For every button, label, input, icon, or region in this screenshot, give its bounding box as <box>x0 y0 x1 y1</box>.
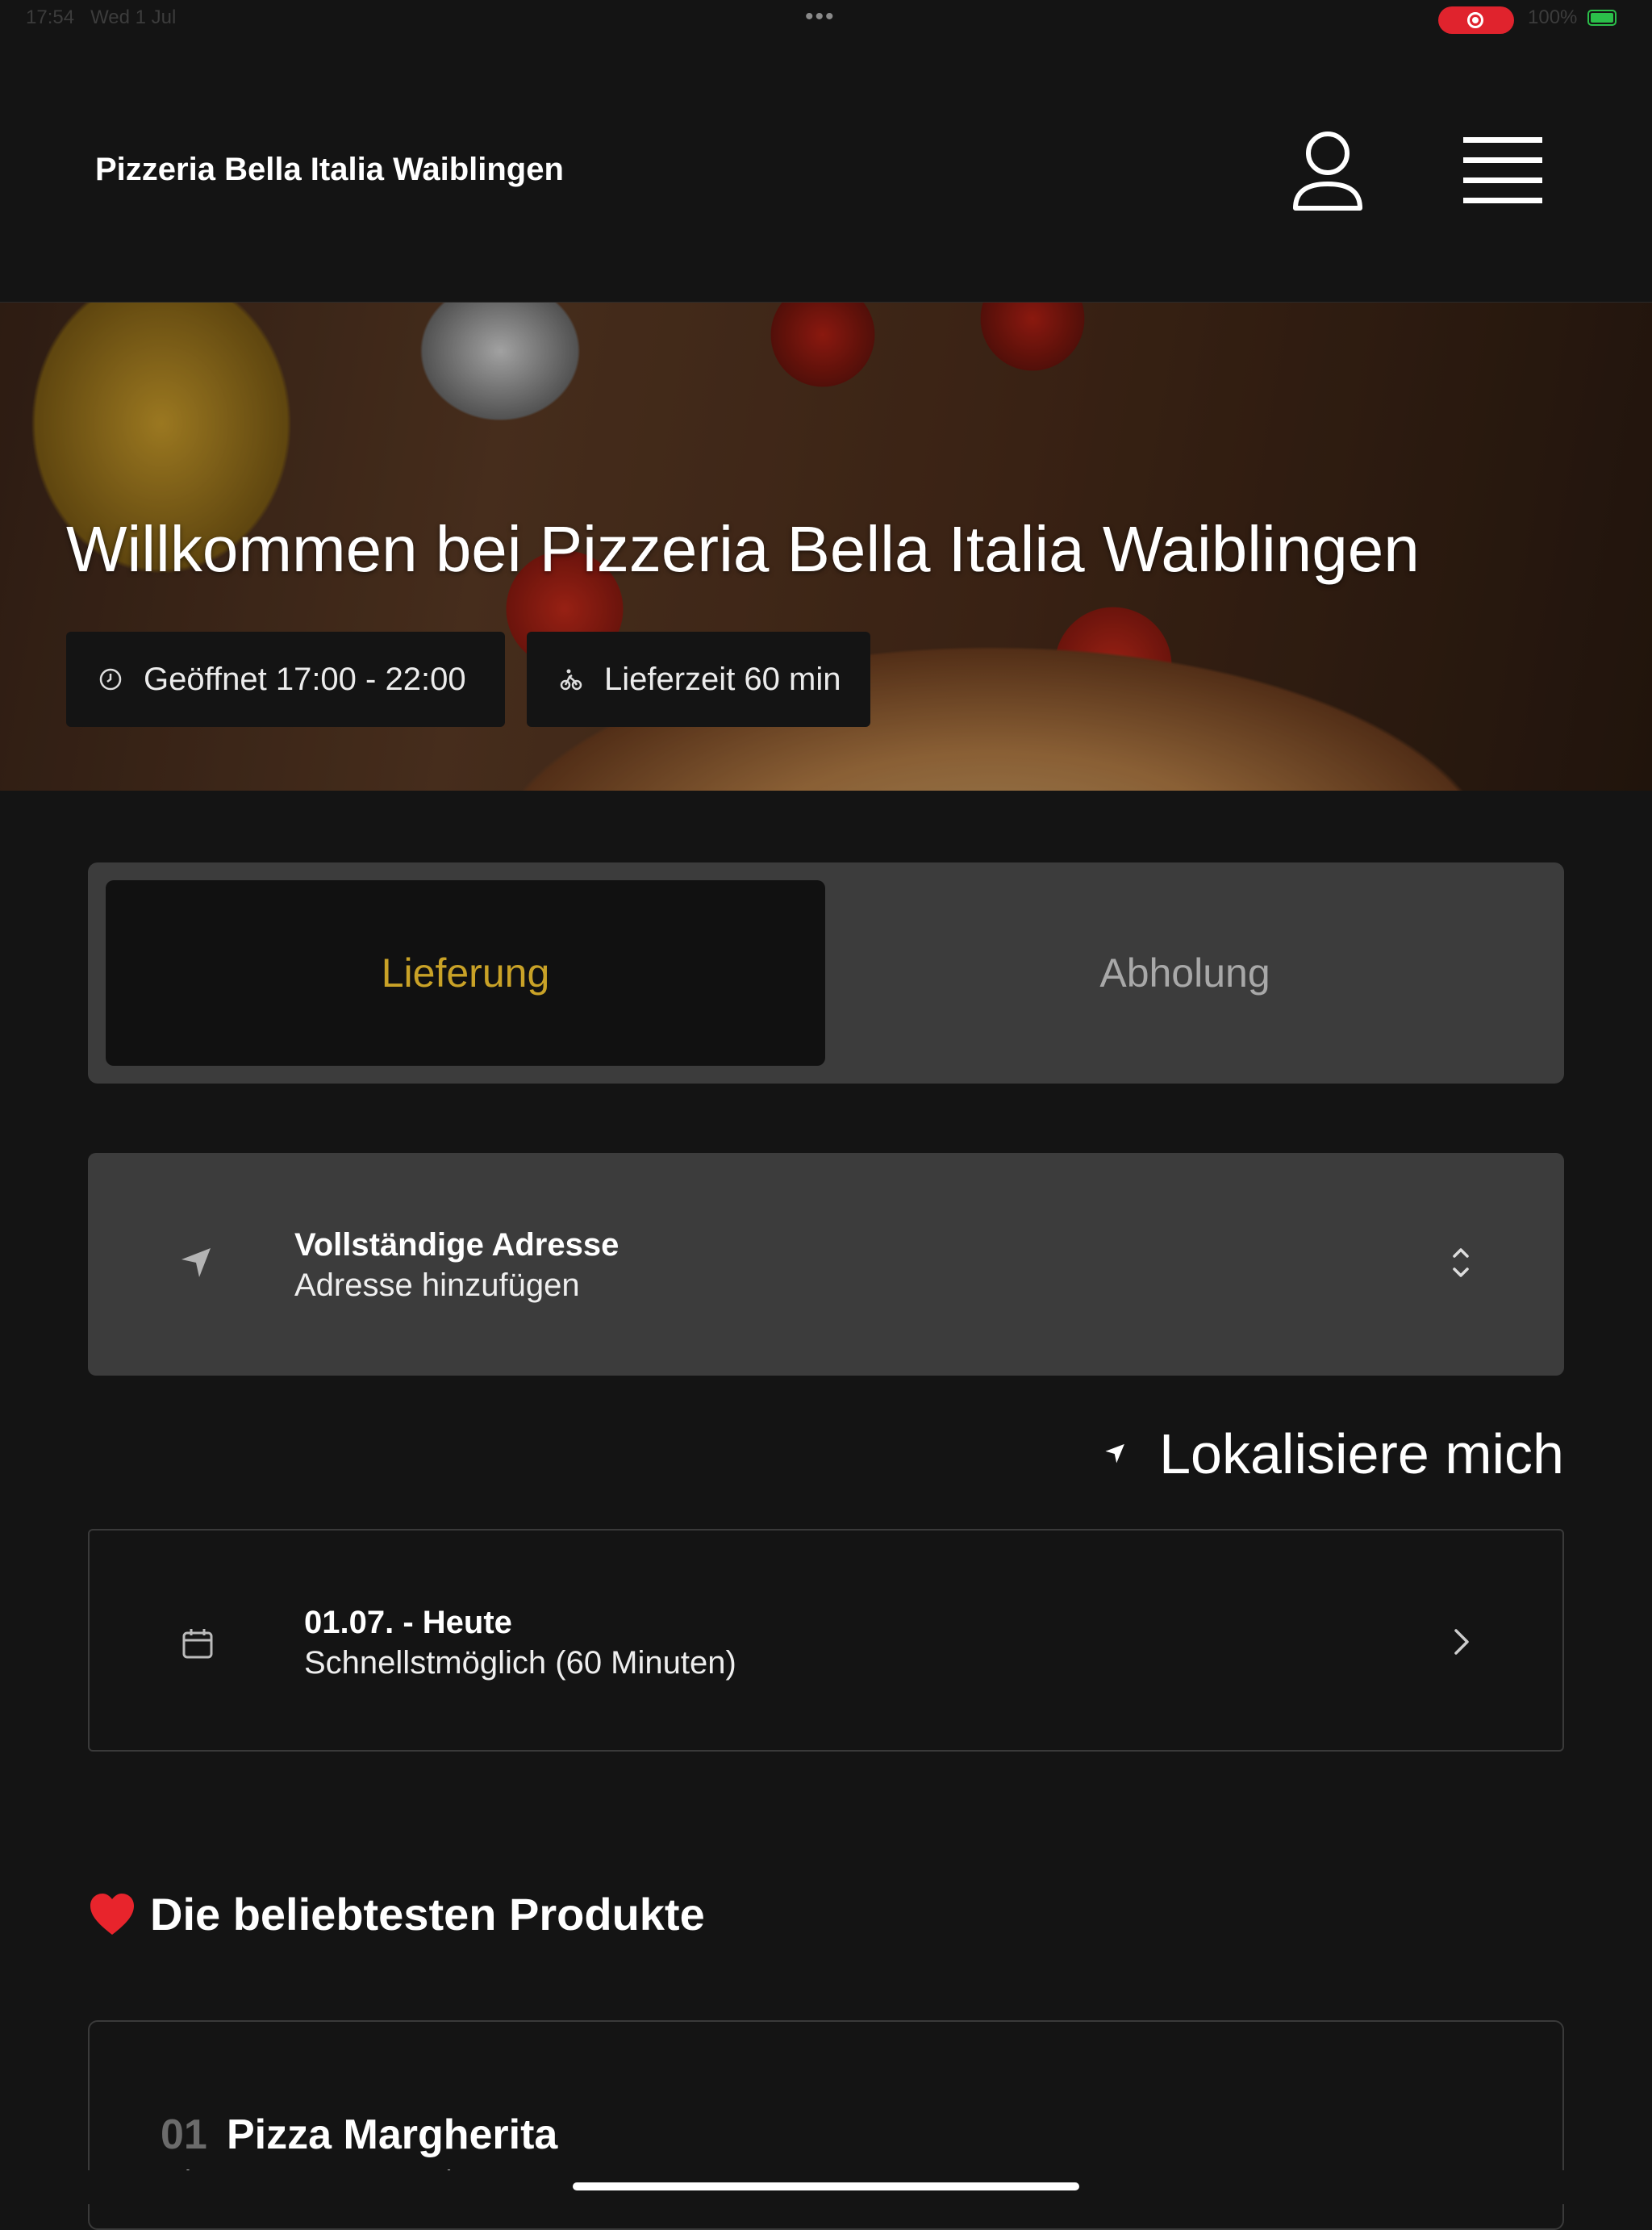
delivery-date-label: 01.07. - Heute <box>304 1605 512 1640</box>
locate-me-button[interactable]: Lokalisiere mich <box>1103 1418 1564 1489</box>
battery-icon <box>1587 10 1617 26</box>
product-number: 01 <box>161 2111 207 2158</box>
chevron-right-icon <box>1454 1629 1469 1655</box>
delivery-bike-icon <box>560 669 582 691</box>
chevron-up-down-icon <box>1453 1248 1469 1277</box>
hero-banner: Willkommen bei Pizzeria Bella Italia Wai… <box>0 303 1652 791</box>
status-bar: 17:54 Wed 1 Jul ••• 100% <box>0 0 1652 39</box>
heart-icon <box>90 1893 134 1935</box>
main-menu-button[interactable] <box>1458 134 1547 207</box>
multitasking-dots[interactable]: ••• <box>805 3 836 31</box>
screen-recording-indicator[interactable] <box>1438 6 1514 34</box>
locate-me-label: Lokalisiere mich <box>1159 1422 1564 1485</box>
location-arrow-icon <box>1105 1443 1124 1464</box>
delivery-time-text: Lieferzeit 60 min <box>604 661 841 697</box>
popular-products-heading: Die beliebtesten Produkte <box>89 1888 705 1940</box>
calendar-icon <box>182 1629 213 1659</box>
opening-hours-text: Geöffnet 17:00 - 22:00 <box>144 661 466 697</box>
hamburger-menu-icon <box>1463 137 1542 203</box>
status-time: 17:54 Wed 1 Jul <box>26 6 177 28</box>
delivery-time-value: Schnellstmöglich (60 Minuten) <box>304 1645 736 1681</box>
tab-pickup[interactable]: Abholung <box>825 880 1545 1066</box>
app-header: Pizzeria Bella Italia Waiblingen <box>0 39 1652 303</box>
delivery-time-selector[interactable]: 01.07. - Heute Schnellstmöglich (60 Minu… <box>88 1529 1564 1752</box>
tab-delivery[interactable]: Lieferung <box>106 880 825 1066</box>
restaurant-name[interactable]: Pizzeria Bella Italia Waiblingen <box>95 152 564 188</box>
battery-percentage: 100% <box>1528 6 1578 28</box>
product-name: Pizza Margherita <box>227 2111 558 2158</box>
popular-products-title: Die beliebtesten Produkte <box>150 1889 705 1940</box>
user-icon <box>1293 132 1362 211</box>
address-label: Vollständige Adresse <box>294 1227 620 1263</box>
home-indicator[interactable] <box>573 2182 1079 2190</box>
delivery-time-badge: Lieferzeit 60 min <box>527 632 870 727</box>
address-selector[interactable]: Vollständige Adresse Adresse hinzufügen <box>88 1153 1564 1376</box>
user-account-button[interactable] <box>1287 127 1368 216</box>
opening-hours-badge: Geöffnet 17:00 - 22:00 <box>66 632 505 727</box>
location-arrow-icon <box>181 1248 211 1277</box>
record-icon <box>1467 12 1483 28</box>
welcome-title: Willkommen bei Pizzeria Bella Italia Wai… <box>66 513 1420 585</box>
order-type-toggle: Lieferung Abholung <box>88 862 1564 1084</box>
clock-icon <box>99 668 122 691</box>
address-value: Adresse hinzufügen <box>294 1267 580 1303</box>
